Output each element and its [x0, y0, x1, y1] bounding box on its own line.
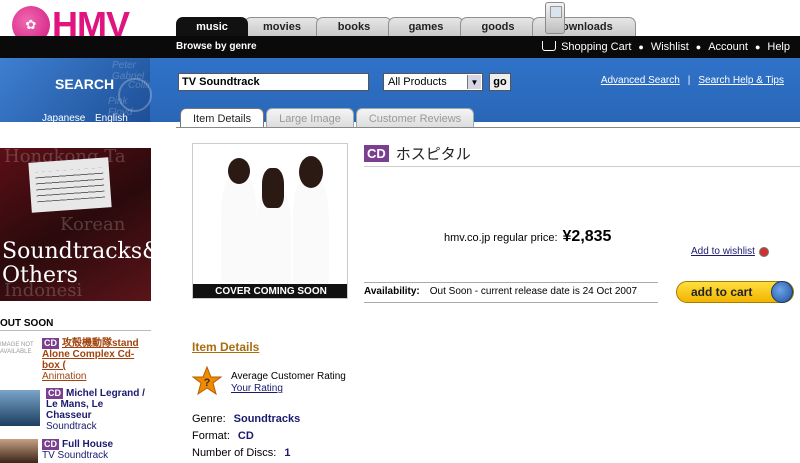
cart-icon — [542, 41, 557, 51]
separator-dot: ● — [695, 41, 702, 52]
wishlist-link[interactable]: Wishlist — [651, 41, 689, 53]
ipod-icon — [545, 2, 565, 34]
availability-row: Availability: Out Soon - current release… — [364, 286, 637, 297]
tab-underline — [176, 127, 800, 128]
disc-decoration-icon — [118, 78, 152, 112]
cart-icon — [771, 281, 793, 303]
availability-divider — [364, 302, 658, 303]
browse-by-genre[interactable]: Browse by genre — [176, 41, 257, 52]
search-links: Advanced Search | Search Help & Tips — [601, 75, 784, 86]
availability-label: Availability: — [364, 286, 420, 297]
detail-row-format: Format: CD — [192, 430, 254, 442]
no-image-text: IMAGE NOT AVAILABLE — [0, 342, 34, 355]
page: ✿ HMV music movies books games goods dow… — [0, 0, 800, 463]
detail-value[interactable]: Soundtracks — [234, 413, 301, 425]
product-title-row: CD ホスピタル — [364, 143, 471, 164]
cd-badge: CD — [42, 338, 59, 349]
tab-games[interactable]: games — [388, 17, 464, 36]
language-japanese[interactable]: Japanese — [42, 113, 85, 124]
star-rating-icon: ? — [192, 366, 222, 396]
link-separator: | — [687, 75, 691, 86]
wishlist-label: Add to wishlist — [691, 246, 755, 257]
availability-divider — [364, 282, 658, 283]
detail-label: Genre: — [192, 413, 226, 425]
help-link[interactable]: Help — [767, 41, 790, 53]
svg-text:?: ? — [204, 377, 211, 389]
separator-dot: ● — [638, 41, 644, 52]
account-nav: Shopping Cart ● Wishlist ● Account ● Hel… — [542, 40, 790, 53]
tab-large-image[interactable]: Large Image — [266, 108, 354, 128]
cd-badge: CD — [364, 145, 389, 162]
album-cover[interactable]: COVER COMING SOON — [192, 143, 348, 299]
separator-dot: ● — [754, 41, 761, 52]
tab-customer-reviews[interactable]: Customer Reviews — [355, 108, 475, 128]
detail-value: 1 — [284, 447, 291, 459]
availability-value: Out Soon - current release date is 24 Oc… — [429, 286, 638, 297]
tab-movies[interactable]: movies — [244, 17, 320, 36]
cover-figure-head — [299, 156, 323, 188]
average-rating-label: Average Customer Rating — [231, 371, 346, 382]
banner-ghost-text: Indonesi — [4, 280, 83, 301]
wishlist-icon — [758, 246, 769, 257]
search-title: SEARCH — [55, 76, 115, 92]
tab-music[interactable]: music — [176, 17, 248, 36]
advanced-search-link[interactable]: Advanced Search — [601, 75, 680, 86]
language-english[interactable]: English — [95, 113, 128, 124]
item-genre[interactable]: Animation — [42, 371, 150, 382]
chevron-down-icon: ▼ — [467, 75, 481, 89]
add-to-cart-label: add to cart — [691, 285, 753, 299]
tab-item-details[interactable]: Item Details — [180, 108, 265, 128]
item-tabs: Item Details Large Image Customer Review… — [180, 108, 476, 128]
cover-figure — [221, 172, 257, 282]
cd-badge: CD — [42, 439, 59, 450]
account-link[interactable]: Account — [708, 41, 748, 53]
category-select-value: All Products — [388, 76, 447, 88]
product-title: ホスピタル — [395, 146, 471, 163]
out-soon-heading: OUT SOON — [0, 318, 54, 329]
price-row: hmv.co.jp regular price: ¥2,835 — [444, 228, 611, 246]
title-divider — [364, 166, 800, 167]
price-label: hmv.co.jp regular price: — [444, 232, 558, 244]
item-details-heading[interactable]: Item Details — [192, 340, 259, 354]
sidebar-divider — [0, 330, 151, 331]
album-thumb — [0, 390, 40, 426]
detail-row-genre: Genre: Soundtracks — [192, 413, 300, 425]
detail-row-discs: Number of Discs: 1 — [192, 447, 290, 459]
tab-goods[interactable]: goods — [460, 17, 536, 36]
shopping-cart-label: Shopping Cart — [561, 41, 632, 53]
cover-figure-head — [262, 168, 284, 208]
item-title: Full House — [62, 439, 114, 450]
sheet-music-image — [28, 157, 112, 213]
detail-label: Format: — [192, 430, 230, 442]
your-rating-link[interactable]: Your Rating — [231, 383, 283, 394]
no-image-thumb: IMAGE NOT AVAILABLE — [0, 342, 38, 376]
cover-figure — [293, 174, 329, 284]
cd-badge: CD — [46, 388, 63, 399]
price-value: ¥2,835 — [562, 228, 612, 245]
category-select[interactable]: All Products ▼ — [383, 73, 483, 91]
cover-figure-head — [228, 158, 250, 184]
go-button[interactable]: go — [489, 73, 511, 91]
item-genre: TV Soundtrack — [42, 450, 109, 461]
add-to-cart-button[interactable]: add to cart — [676, 281, 794, 303]
tab-books[interactable]: books — [316, 17, 392, 36]
album-thumb — [0, 439, 38, 463]
search-input[interactable] — [178, 73, 369, 91]
detail-label: Number of Discs: — [192, 447, 277, 459]
soundtracks-banner[interactable]: Hongkong Ta Korean Soundtracks& Others I… — [0, 148, 151, 301]
search-help-link[interactable]: Search Help & Tips — [698, 75, 784, 86]
item-genre: Soundtrack — [46, 421, 97, 432]
shopping-cart-link[interactable]: Shopping Cart — [542, 40, 631, 53]
cover-caption: COVER COMING SOON — [193, 284, 347, 298]
banner-ghost-text: Korean — [60, 214, 126, 235]
add-to-wishlist-link[interactable]: Add to wishlist — [691, 246, 769, 257]
detail-value: CD — [237, 430, 254, 442]
